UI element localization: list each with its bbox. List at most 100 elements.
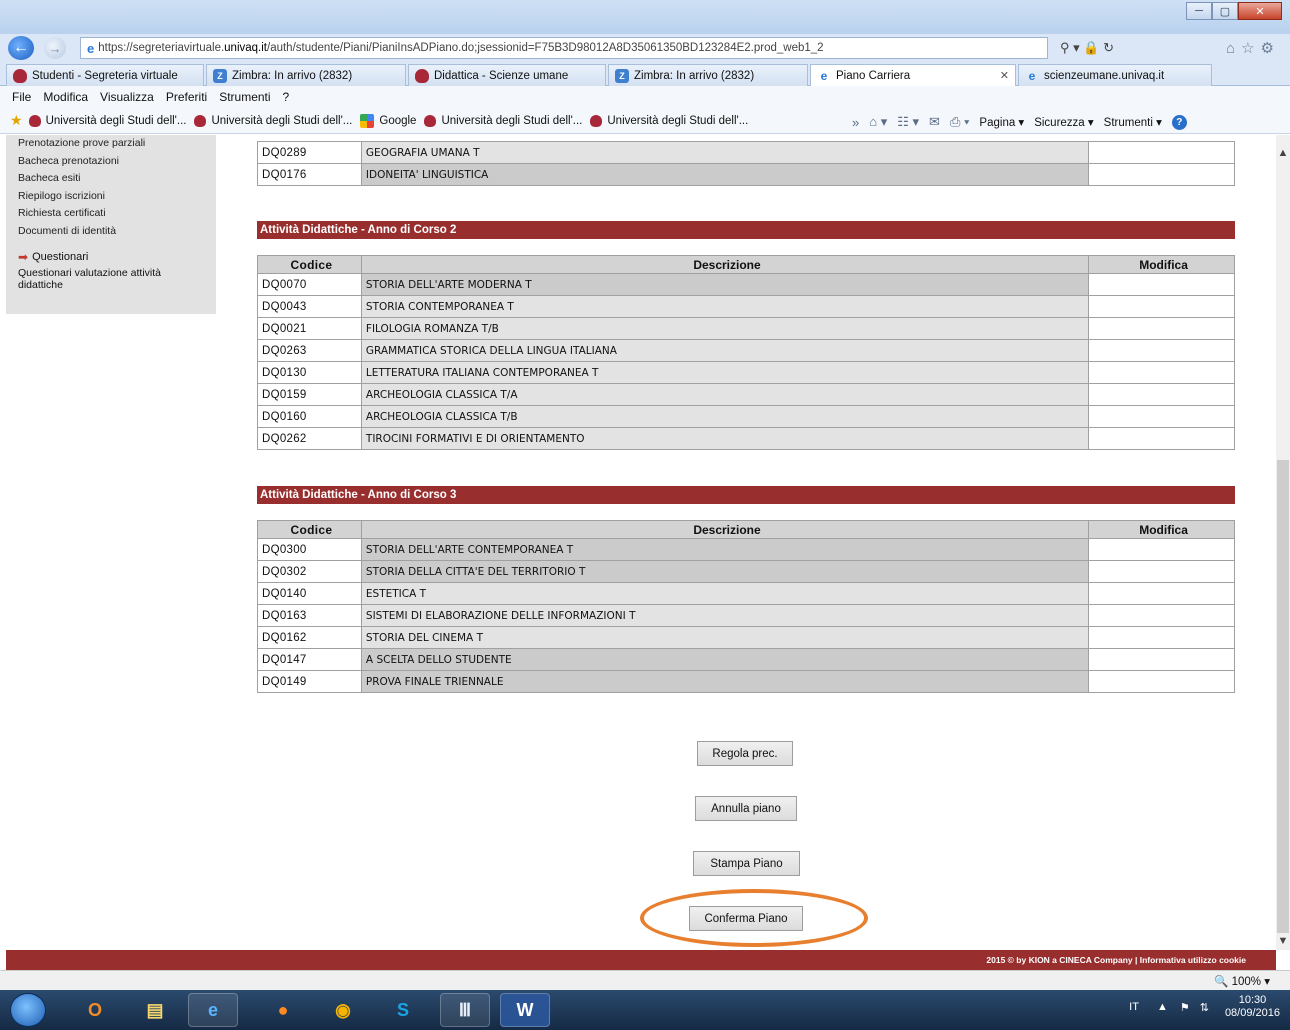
menu-help[interactable]: ?	[283, 90, 290, 104]
tab-didattica[interactable]: Didattica - Scienze umane	[408, 64, 606, 86]
refresh-icon[interactable]: ↻	[1103, 40, 1114, 55]
modify-cell[interactable]	[1088, 383, 1235, 406]
favorite-link[interactable]: Università degli Studi dell'...	[590, 114, 748, 127]
favorite-link[interactable]: Google	[360, 113, 416, 128]
modify-cell[interactable]	[1088, 163, 1235, 186]
sidebar-item-richiesta-certificati[interactable]: Richiesta certificati	[6, 205, 216, 223]
table-row: DQ0163 SISTEMI DI ELABORAZIONE DELLE INF…	[257, 604, 1235, 627]
scroll-thumb[interactable]	[1277, 460, 1289, 933]
outlook-icon[interactable]: O	[70, 993, 120, 1027]
previous-rule-button[interactable]: Regola prec.	[697, 741, 793, 766]
table-row: DQ0140 ESTETICA T	[257, 582, 1235, 605]
zoom-control[interactable]: 🔍 100% ▾	[1214, 974, 1270, 988]
tab-piano-carriera[interactable]: e Piano Carriera ✕	[810, 64, 1016, 86]
shield-icon	[194, 114, 207, 127]
internet-explorer-icon[interactable]: e	[188, 993, 238, 1027]
menu-visualizza[interactable]: Visualizza	[100, 90, 154, 104]
close-tab-icon[interactable]: ✕	[990, 69, 1009, 82]
menu-strumenti-cmd[interactable]: Strumenti ▾	[1104, 115, 1162, 129]
scroll-up-icon[interactable]: ▲	[1276, 147, 1290, 163]
star-icon[interactable]: ☆	[1241, 40, 1260, 57]
back-button[interactable]: ←	[8, 36, 34, 60]
tab-label: Studenti - Segreteria virtuale	[32, 69, 178, 82]
start-button[interactable]	[10, 993, 46, 1027]
sidebar-item-bacheca-prenotazioni[interactable]: Bacheca prenotazioni	[6, 153, 216, 171]
sidebar-item-documenti-identita[interactable]: Documenti di identità	[6, 223, 216, 241]
modify-cell[interactable]	[1088, 582, 1235, 605]
explorer-icon[interactable]: ▤	[130, 993, 180, 1027]
close-window-button[interactable]: ✕	[1238, 2, 1282, 20]
print-plan-button[interactable]: Stampa Piano	[693, 851, 800, 876]
sidebar-item-bacheca-esiti[interactable]: Bacheca esiti	[6, 170, 216, 188]
modify-cell[interactable]	[1088, 648, 1235, 671]
minimize-button[interactable]: ─	[1186, 2, 1212, 20]
address-bar[interactable]: e https://segreteriavirtuale. univaq.it/a…	[80, 37, 1048, 59]
network-icon[interactable]: ⇅	[1200, 1001, 1209, 1014]
tab-zimbra-1[interactable]: Z Zimbra: In arrivo (2832)	[206, 64, 406, 86]
sidebar-section-title: Questionari	[32, 251, 89, 263]
favorite-link[interactable]: Università degli Studi dell'...	[424, 114, 582, 127]
chevron-right-icon[interactable]: »	[852, 115, 859, 130]
menu-sicurezza[interactable]: Sicurezza ▾	[1034, 115, 1093, 129]
firefox-icon[interactable]: ●	[258, 993, 308, 1027]
address-tools[interactable]: ⚲ ▾ 🔒 ↻	[1060, 40, 1114, 56]
print-icon[interactable]: ⎙ ▾	[950, 114, 969, 130]
home-icon[interactable]: ⌂ ▾	[869, 114, 887, 130]
favorite-link[interactable]: Università degli Studi dell'...	[28, 114, 186, 127]
skype-icon[interactable]: S	[378, 993, 428, 1027]
tray-expand-icon[interactable]: ▲	[1157, 1001, 1168, 1013]
course-code: DQ0160	[257, 405, 362, 428]
cancel-plan-button[interactable]: Annulla piano	[695, 796, 797, 821]
menu-file[interactable]: File	[12, 90, 31, 104]
tab-studenti[interactable]: Studenti - Segreteria virtuale	[6, 64, 204, 86]
modify-cell[interactable]	[1088, 361, 1235, 384]
modify-cell[interactable]	[1088, 604, 1235, 627]
modify-cell[interactable]	[1088, 295, 1235, 318]
feeds-icon[interactable]: ☷ ▾	[897, 114, 919, 130]
modify-cell[interactable]	[1088, 560, 1235, 583]
modify-cell[interactable]	[1088, 317, 1235, 340]
menu-pagina[interactable]: Pagina ▾	[979, 115, 1024, 129]
search-icon[interactable]: ⚲	[1060, 40, 1070, 55]
shield-icon	[13, 68, 27, 83]
clock[interactable]: 10:30 08/09/2016	[1225, 994, 1280, 1020]
modify-cell[interactable]	[1088, 538, 1235, 561]
gear-icon[interactable]: ⚙	[1261, 40, 1280, 57]
tab-zimbra-2[interactable]: Z Zimbra: In arrivo (2832)	[608, 64, 808, 86]
menu-modifica[interactable]: Modifica	[43, 90, 88, 104]
forward-button[interactable]: →	[44, 37, 66, 59]
table-row: DQ0160 ARCHEOLOGIA CLASSICA T/B	[257, 405, 1235, 428]
scroll-down-icon[interactable]: ▼	[1276, 935, 1290, 951]
modify-cell[interactable]	[1088, 626, 1235, 649]
favorites-star-icon[interactable]: ★	[10, 112, 23, 129]
favorite-link[interactable]: Università degli Studi dell'...	[194, 114, 352, 127]
modify-cell[interactable]	[1088, 339, 1235, 362]
lock-icon[interactable]: 🔒	[1083, 40, 1099, 55]
modify-cell[interactable]	[1088, 670, 1235, 693]
course-code: DQ0176	[257, 163, 362, 186]
sidebar-item-questionari-valutazione[interactable]: Questionari valutazione attività didatti…	[6, 267, 196, 291]
menu-strumenti[interactable]: Strumenti	[219, 90, 270, 104]
sidebar-item-prenotazione-prove[interactable]: Prenotazione prove parziali	[6, 135, 216, 153]
action-center-icon[interactable]: ⚑	[1180, 1001, 1190, 1014]
tab-scienzeumane[interactable]: e scienzeumane.univaq.it	[1018, 64, 1212, 86]
sidebar-item-riepilogo-iscrizioni[interactable]: Riepilogo iscrizioni	[6, 188, 216, 206]
table-row: DQ0043 STORIA CONTEMPORANEA T	[257, 295, 1235, 318]
sidebar-section-questionari[interactable]: ➡ Questionari	[6, 250, 216, 264]
mail-icon[interactable]: ✉	[929, 114, 940, 130]
modify-cell[interactable]	[1088, 273, 1235, 296]
home-icon[interactable]: ⌂	[1226, 40, 1241, 57]
course-description: LETTERATURA ITALIANA CONTEMPORANEA T	[360, 361, 1090, 384]
help-icon[interactable]: ?	[1171, 114, 1187, 130]
menu-preferiti[interactable]: Preferiti	[166, 90, 207, 104]
modify-cell[interactable]	[1088, 405, 1235, 428]
maximize-button[interactable]: ▢	[1212, 2, 1238, 20]
word-icon[interactable]: W	[500, 993, 550, 1027]
chrome-icon[interactable]: ◉	[318, 993, 368, 1027]
page-scrollbar[interactable]: ▲ ▼	[1276, 135, 1290, 950]
language-indicator[interactable]: IT	[1129, 1001, 1139, 1013]
clock-date: 08/09/2016	[1224, 1007, 1280, 1019]
modify-cell[interactable]	[1088, 427, 1235, 450]
modify-cell[interactable]	[1088, 141, 1235, 164]
museum-app-icon[interactable]: Ⅲ	[440, 993, 490, 1027]
